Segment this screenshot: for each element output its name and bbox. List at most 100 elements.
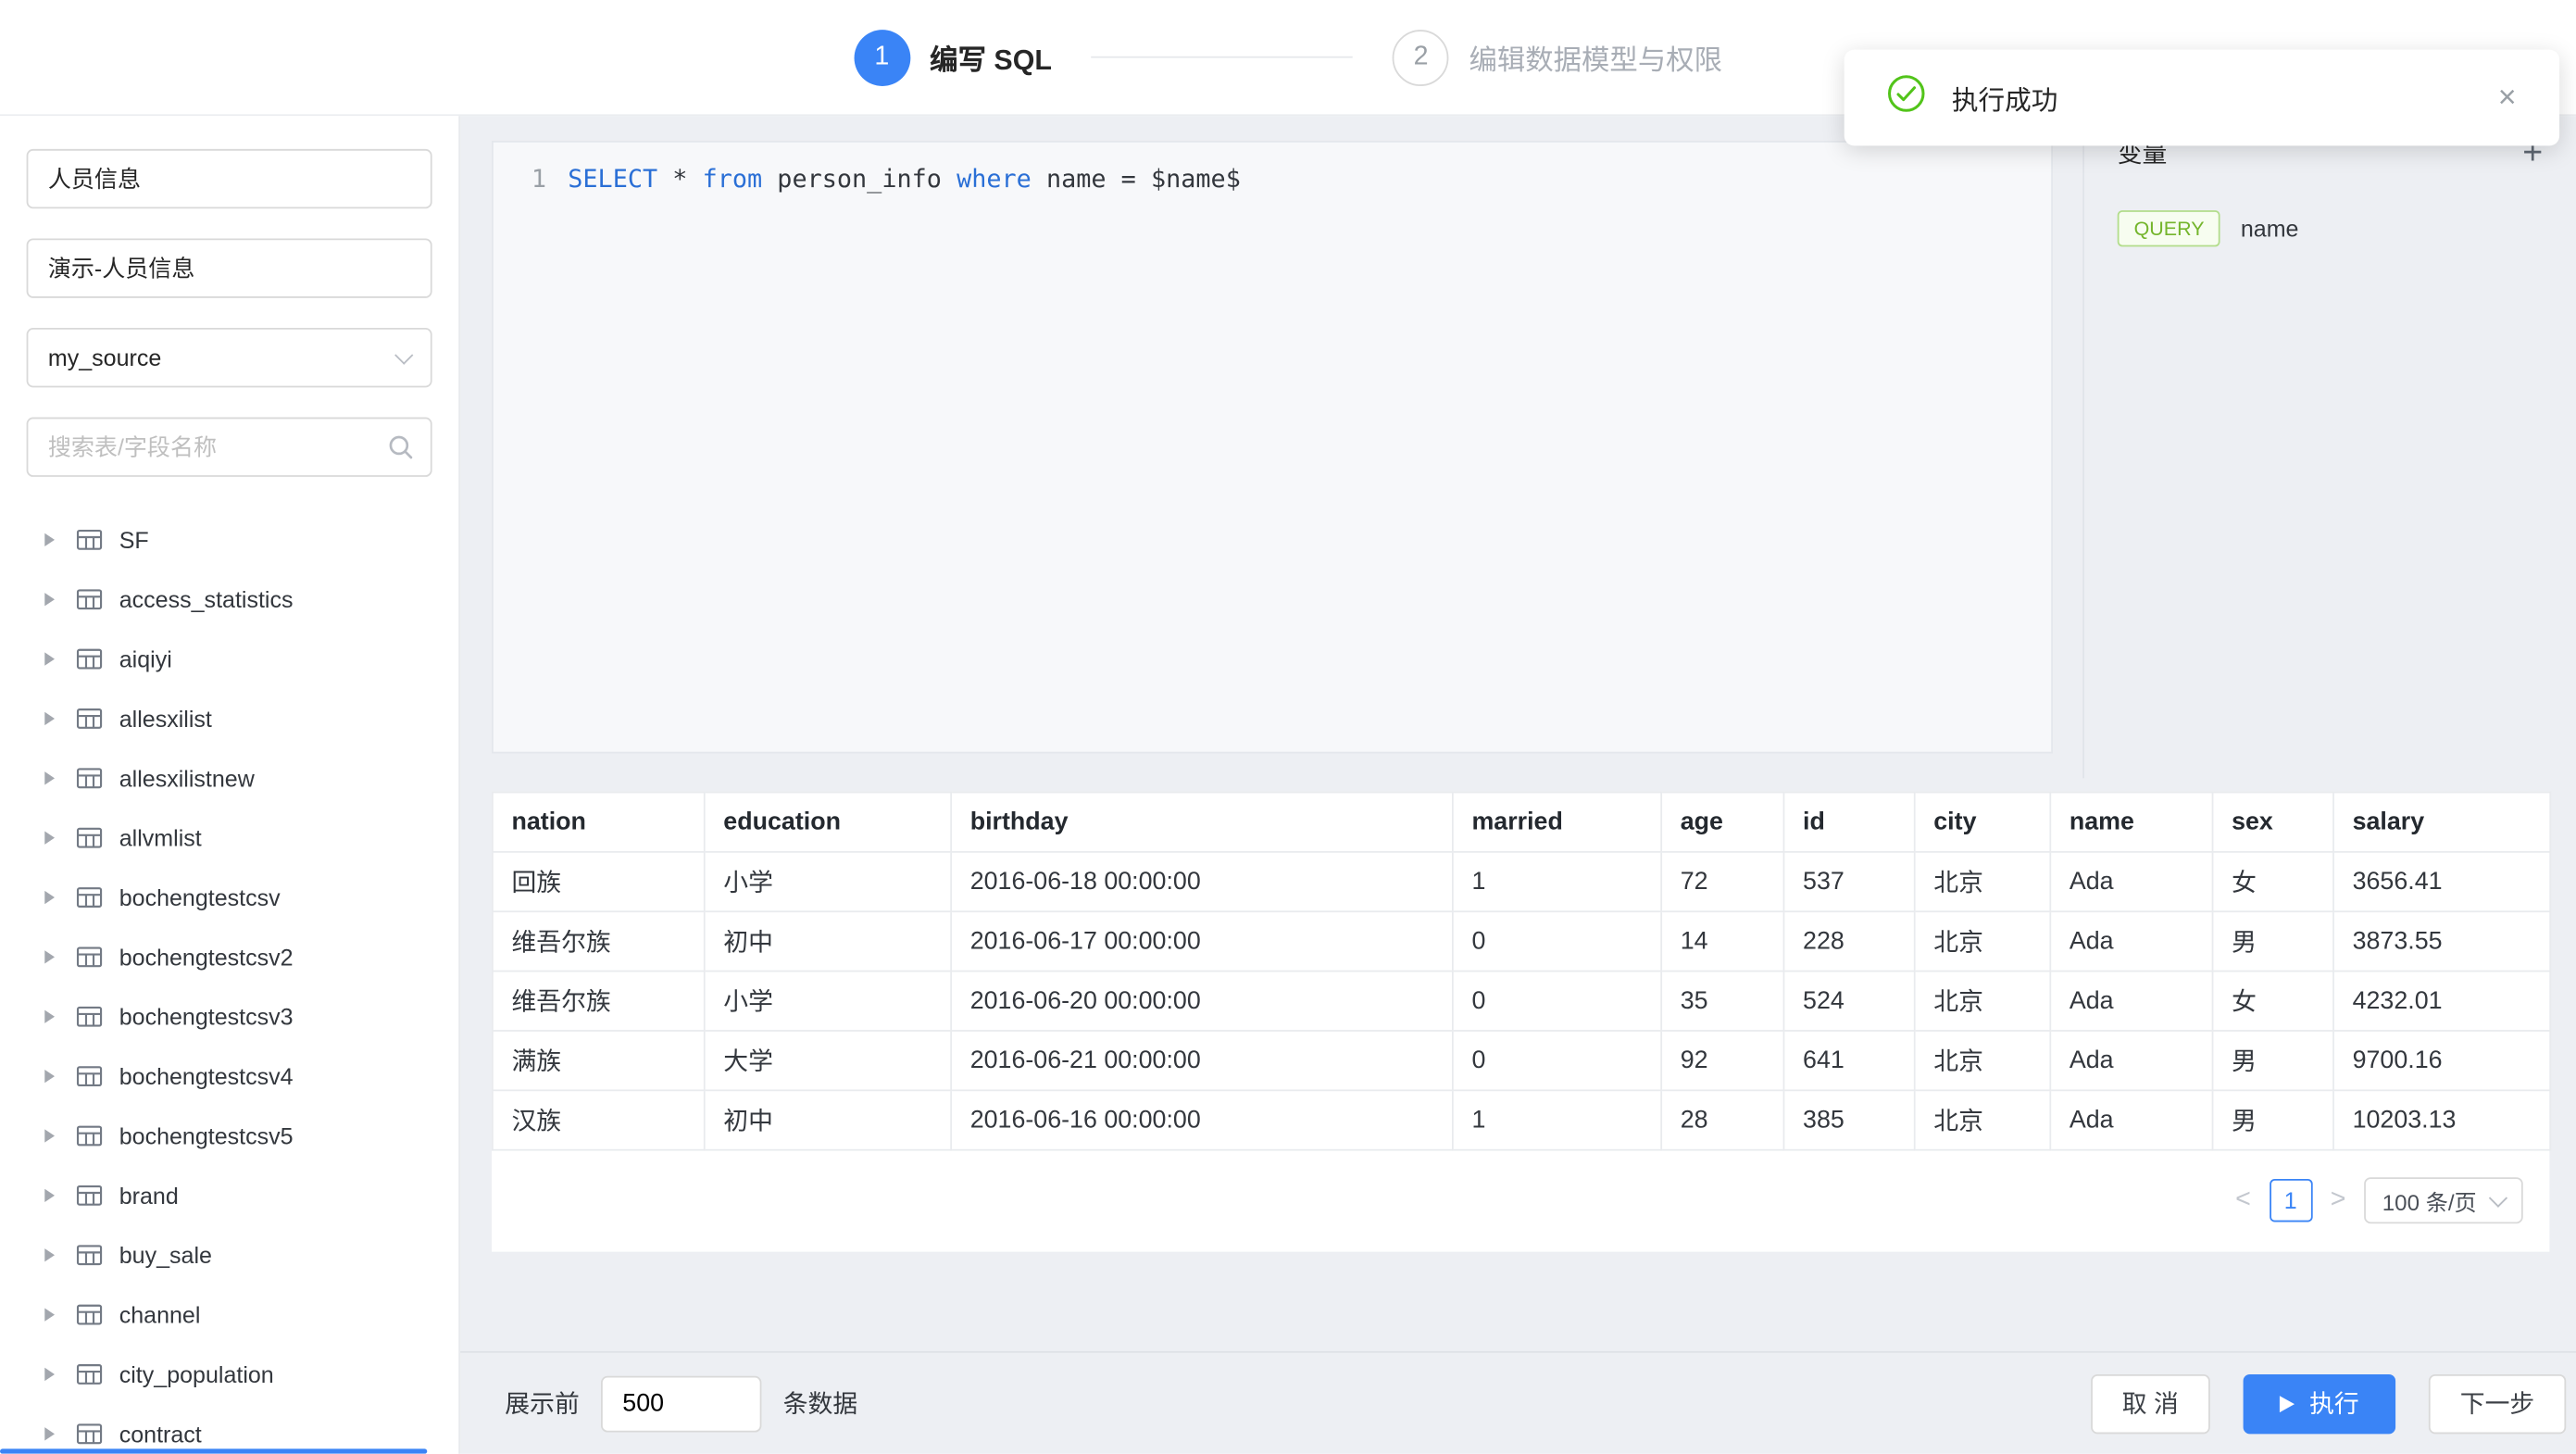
table-cell: 385 [1783,1090,1914,1149]
table-name: city_population [119,1361,274,1388]
table-tree-item[interactable]: buy_sale [27,1225,432,1285]
table-cell: 4232.01 [2333,971,2550,1031]
caret-right-icon[interactable] [44,891,55,904]
prev-page-icon[interactable]: < [2235,1187,2251,1214]
play-icon [2280,1395,2295,1411]
table-cell: 28 [1661,1090,1783,1149]
table-tree: SF access_statistics [27,510,432,1454]
next-step-button[interactable]: 下一步 [2429,1373,2566,1433]
table-cell: 男 [2213,1090,2334,1149]
table-tree-item[interactable]: aiqiyi [27,629,432,688]
table-cell: 524 [1783,971,1914,1031]
table-cell: 男 [2213,1031,2334,1090]
sidebar-scrollbar[interactable] [0,1448,427,1453]
success-toast: 执行成功 × [1844,50,2559,146]
model-display-name-input[interactable] [27,238,432,297]
table-icon [76,884,103,911]
table-tree-item[interactable]: allvmlist [27,808,432,867]
model-name-input[interactable] [27,149,432,208]
results-body: 回族小学2016-06-18 00:00:00172537北京Ada女3656.… [493,852,2550,1150]
caret-right-icon[interactable] [44,1070,55,1083]
caret-right-icon[interactable] [44,712,55,725]
table-cell: Ada [2050,852,2212,911]
datasource-select[interactable]: my_source [27,328,432,387]
variable-item[interactable]: QUERY name [2118,210,2543,246]
toast-message: 执行成功 [1952,78,2057,118]
column-header: sex [2213,793,2334,852]
table-icon [76,706,103,733]
step-2-label: 编辑数据模型与权限 [1469,36,1722,78]
results-header-row: nationeducationbirthdaymarriedageidcityn… [493,793,2550,852]
execute-button[interactable]: 执行 [2244,1373,2396,1433]
step-1[interactable]: 1 编写 SQL [854,29,1052,85]
table-tree-item[interactable]: access_statistics [27,570,432,629]
table-cell: 初中 [705,1090,951,1149]
success-check-icon [1887,74,1925,120]
step-1-label: 编写 SQL [930,36,1052,78]
table-name: bochengtestcsv4 [119,1063,294,1090]
table-tree-item[interactable]: channel [27,1285,432,1344]
row-limit-input[interactable] [601,1375,761,1432]
table-tree-item[interactable]: bochengtestcsv5 [27,1106,432,1165]
table-name: bochengtestcsv3 [119,1003,294,1030]
sql-token: SELECT [568,164,657,194]
table-tree-item[interactable]: bochengtestcsv [27,868,432,927]
table-tree-item[interactable]: city_population [27,1345,432,1404]
table-tree-item[interactable]: brand [27,1166,432,1225]
table-name: access_statistics [119,586,294,613]
caret-right-icon[interactable] [44,593,55,606]
table-icon [76,1242,103,1269]
sql-editor[interactable]: 1 SELECT * from person_info where name =… [492,141,2053,754]
table-tree-item[interactable]: allesxilistnew [27,748,432,808]
caret-right-icon[interactable] [44,1129,55,1142]
caret-right-icon[interactable] [44,652,55,665]
table-cell: Ada [2050,1090,2212,1149]
table-tree-item[interactable]: bochengtestcsv2 [27,927,432,986]
table-name: allvmlist [119,824,202,851]
table-tree-item[interactable]: bochengtestcsv4 [27,1047,432,1106]
caret-right-icon[interactable] [44,950,55,963]
table-name: contract [119,1421,202,1448]
table-tree-item[interactable]: bochengtestcsv3 [27,987,432,1047]
execute-button-label: 执行 [2309,1385,2359,1421]
table-cell: 9700.16 [2333,1031,2550,1090]
next-page-icon[interactable]: > [2331,1187,2346,1214]
table-name: bochengtestcsv [119,884,281,911]
caret-right-icon[interactable] [44,1010,55,1023]
caret-right-icon[interactable] [44,832,55,845]
table-cell: 1 [1453,852,1661,911]
table-tree-item[interactable]: allesxilist [27,689,432,748]
variable-name: name [2241,215,2299,242]
sql-token: where [957,164,1032,194]
caret-right-icon[interactable] [44,1368,55,1381]
table-icon [76,1122,103,1149]
table-tree-item[interactable]: contract [27,1404,432,1454]
caret-right-icon[interactable] [44,1248,55,1261]
caret-right-icon[interactable] [44,1308,55,1321]
search-input[interactable] [27,418,432,477]
page-size-select[interactable]: 100 条/页 [2364,1177,2523,1223]
table-cell: 2016-06-16 00:00:00 [951,1090,1453,1149]
cancel-button[interactable]: 取 消 [2091,1373,2210,1433]
table-cell: 汉族 [493,1090,705,1149]
sql-token: person_info [762,164,957,194]
table-icon [76,586,103,613]
table-icon [76,646,103,672]
table-cell: Ada [2050,911,2212,971]
caret-right-icon[interactable] [44,533,55,546]
table-cell: 大学 [705,1031,951,1090]
close-icon[interactable]: × [2498,82,2517,114]
sql-token: * [657,164,702,194]
chevron-down-icon [2489,1189,2507,1208]
caret-right-icon[interactable] [44,771,55,784]
step-2[interactable]: 2 编辑数据模型与权限 [1393,29,1722,85]
step-2-number: 2 [1414,43,1429,72]
caret-right-icon[interactable] [44,1189,55,1202]
page-number[interactable]: 1 [2270,1179,2312,1222]
table-tree-item[interactable]: SF [27,510,432,570]
column-header: name [2050,793,2212,852]
table-icon [76,765,103,792]
table-cell: 小学 [705,971,951,1031]
table-name: bochengtestcsv2 [119,944,294,971]
caret-right-icon[interactable] [44,1427,55,1440]
